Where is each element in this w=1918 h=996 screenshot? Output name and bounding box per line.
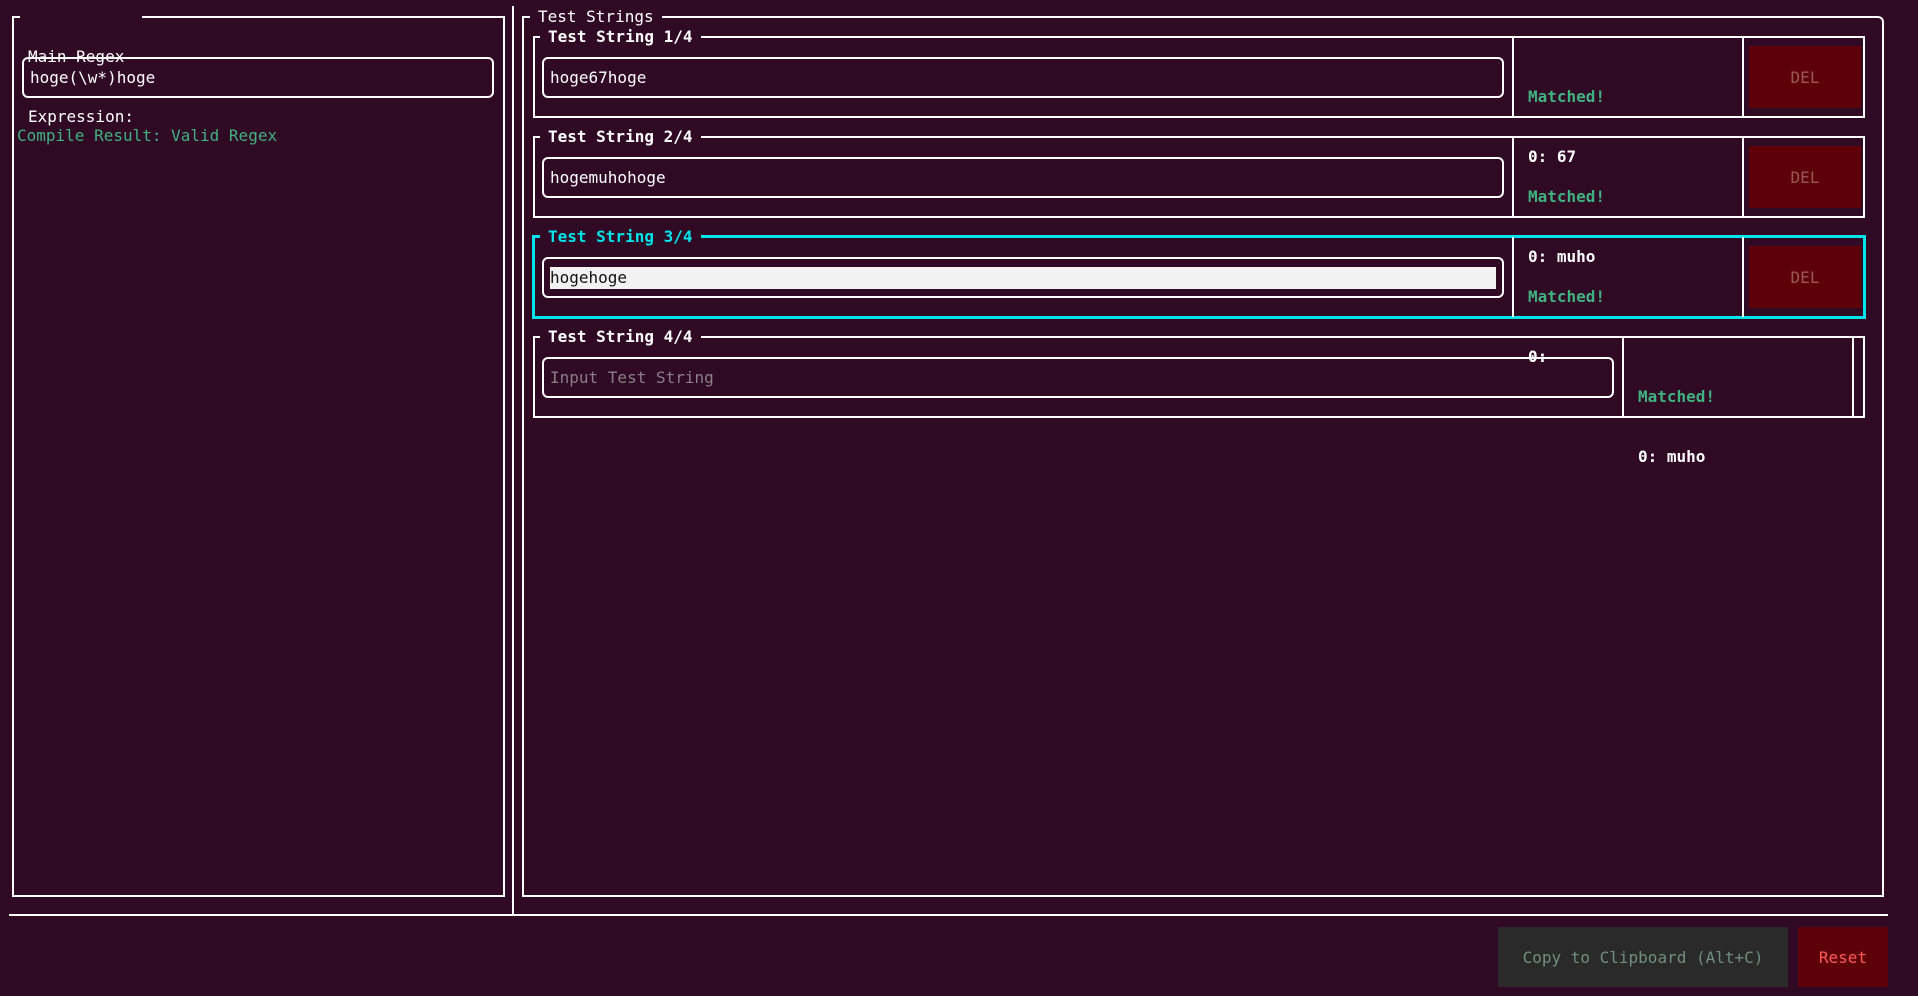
test-string-value: hogehoge (550, 266, 1496, 289)
delete-button[interactable]: DEL (1749, 146, 1861, 208)
footer-divider (9, 914, 1888, 916)
test-string-placeholder: Input Test String (550, 368, 714, 387)
test-string-input[interactable]: hoge67hoge (542, 57, 1504, 98)
match-result: Matched! 0: muho (1638, 347, 1715, 487)
match-status: Matched! (1528, 287, 1606, 306)
test-string-title: Test String 4/4 (540, 327, 701, 347)
card-separator (1622, 336, 1624, 418)
panel-divider (512, 6, 514, 916)
match-status: Matched! (1528, 187, 1606, 206)
match-status: Matched! (1638, 387, 1716, 406)
test-string-value: hogemuhohoge (550, 168, 666, 187)
card-separator (1742, 136, 1744, 218)
main-regex-title-line2: Expression: (28, 107, 134, 126)
test-string-value: hoge67hoge (550, 68, 647, 87)
card-separator (1742, 36, 1744, 118)
test-string-title: Test String 1/4 (540, 27, 701, 47)
regex-input[interactable]: hoge(\w*)hoge (22, 57, 494, 98)
match-status: Matched! (1528, 87, 1606, 106)
reset-button[interactable]: Reset (1798, 927, 1888, 987)
copy-to-clipboard-button[interactable]: Copy to Clipboard (Alt+C) (1498, 927, 1788, 987)
card-separator (1512, 237, 1514, 317)
test-strings-title: Test Strings (530, 7, 662, 27)
delete-button[interactable]: DEL (1749, 246, 1861, 308)
main-regex-panel (12, 16, 505, 897)
test-string-input[interactable]: hogemuhohoge (542, 157, 1504, 198)
delete-button[interactable]: DEL (1749, 46, 1861, 108)
card-separator (1742, 237, 1744, 317)
test-string-title: Test String 2/4 (540, 127, 701, 147)
card-separator (1512, 136, 1514, 218)
test-string-title: Test String 3/4 (540, 227, 701, 247)
match-value: 0: muho (1638, 447, 1706, 466)
compile-result: Compile Result: Valid Regex (17, 126, 278, 145)
card-separator (1512, 36, 1514, 118)
card-separator (1852, 336, 1854, 418)
test-string-input[interactable]: Input Test String (542, 357, 1614, 398)
regex-input-value: hoge(\w*)hoge (30, 68, 156, 87)
test-string-input[interactable]: hogehoge (542, 257, 1504, 298)
